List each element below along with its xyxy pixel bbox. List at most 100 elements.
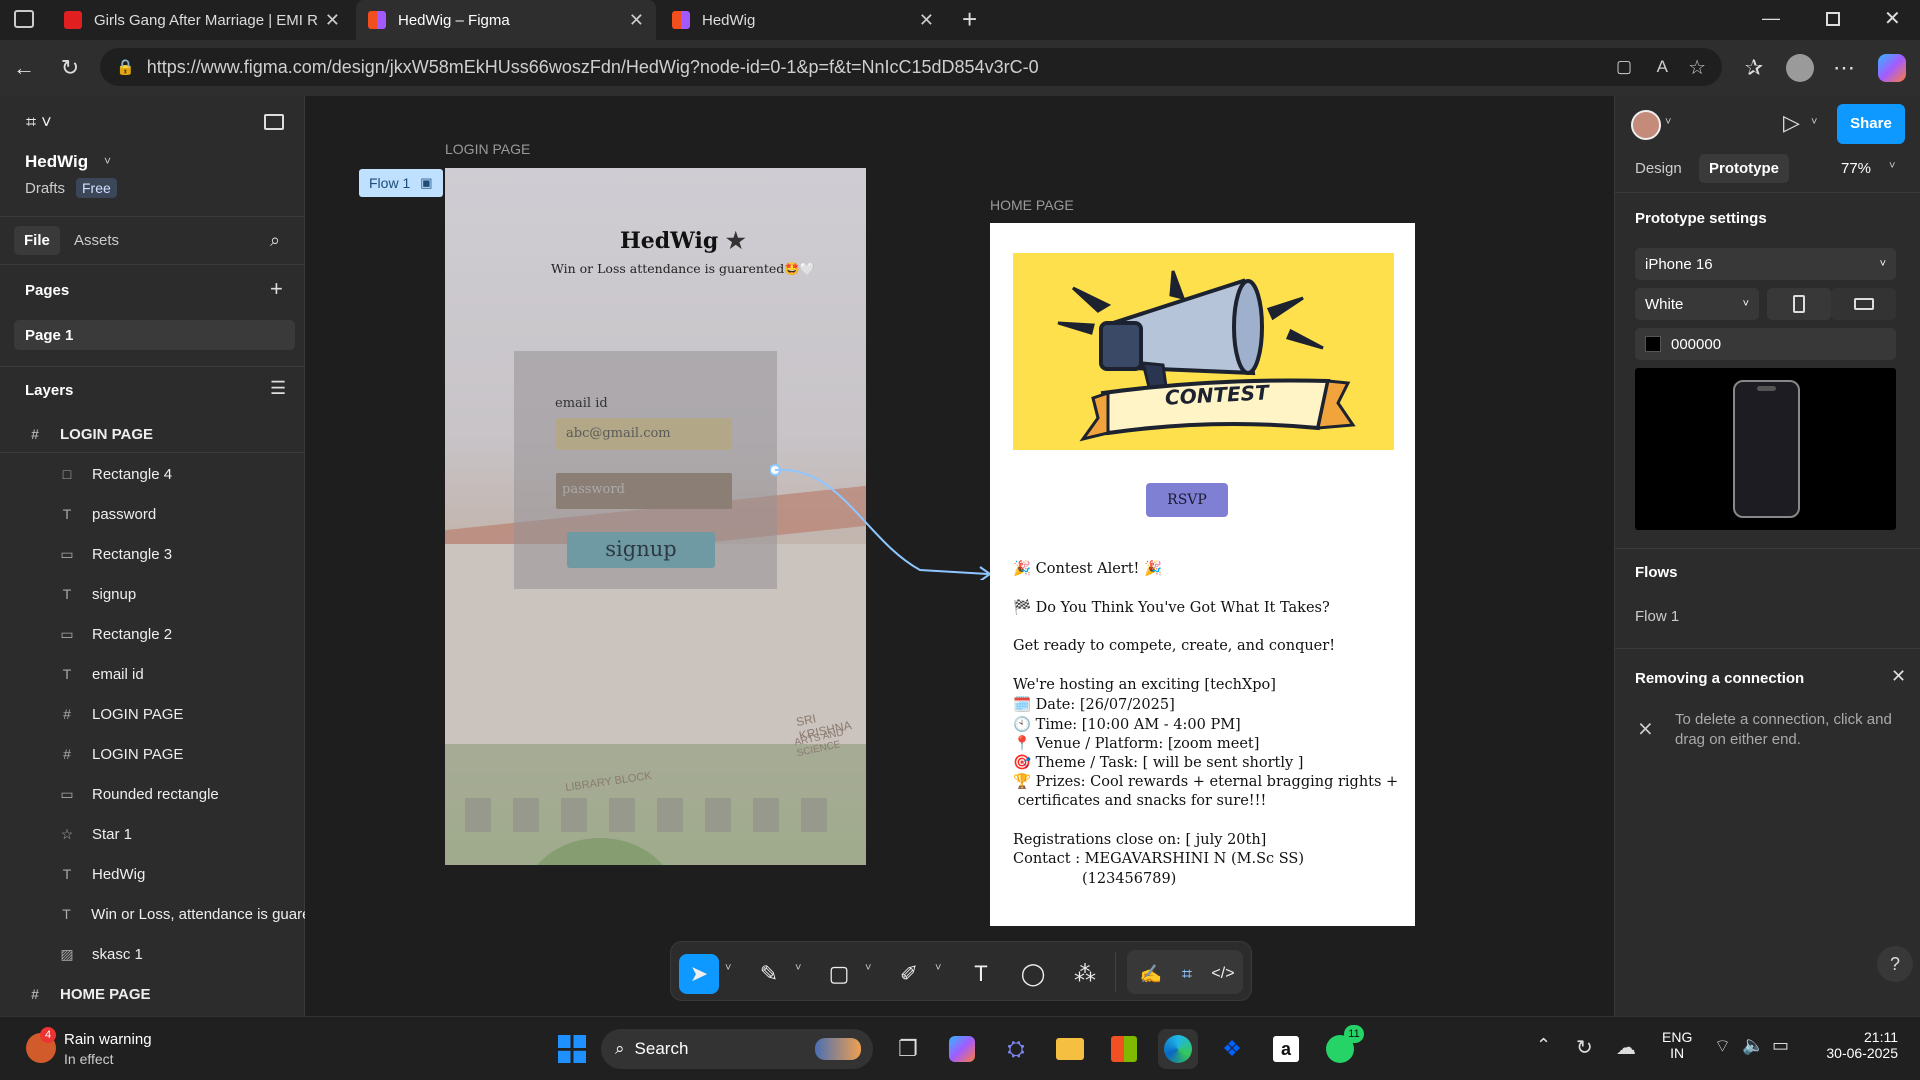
actions-tool[interactable]: ⁂: [1065, 954, 1105, 994]
close-tab-icon[interactable]: ✕: [629, 10, 644, 31]
zoom-level[interactable]: 77%: [1841, 160, 1871, 177]
tab-design[interactable]: Design: [1635, 160, 1682, 177]
password-field[interactable]: password: [556, 473, 732, 509]
email-field[interactable]: abc@gmail.com: [556, 418, 732, 450]
profile-avatar[interactable]: [1786, 54, 1814, 82]
layer-item[interactable]: # HOME PAGE: [0, 974, 305, 1014]
new-tab-button[interactable]: +: [962, 4, 977, 35]
volume-icon[interactable]: 🔈: [1742, 1035, 1764, 1056]
chevron-down-icon[interactable]: ˅: [795, 962, 801, 974]
portrait-toggle[interactable]: [1767, 288, 1831, 320]
layer-item[interactable]: ▭ Rounded rectangle: [0, 774, 305, 814]
flow-item[interactable]: Flow 1: [1635, 608, 1679, 625]
file-explorer-icon[interactable]: [1050, 1029, 1090, 1069]
taskbar-search[interactable]: ⌕ Search: [601, 1029, 873, 1069]
store-icon[interactable]: [1104, 1029, 1144, 1069]
present-icon[interactable]: ▷: [1783, 110, 1800, 136]
back-icon[interactable]: ←: [8, 52, 40, 84]
layer-item[interactable]: □ Rectangle 4: [0, 454, 305, 494]
close-window-button[interactable]: ✕: [1884, 6, 1901, 31]
device-color-select[interactable]: White ˅: [1635, 288, 1759, 320]
teams-icon[interactable]: ⛭: [996, 1029, 1036, 1069]
battery-icon[interactable]: ▭: [1772, 1035, 1789, 1056]
language-indicator[interactable]: ENG IN: [1662, 1029, 1692, 1061]
help-button[interactable]: ?: [1877, 946, 1913, 982]
dev-mode-icon[interactable]: </>: [1203, 954, 1243, 994]
drafts-label[interactable]: Drafts: [25, 180, 65, 197]
tab-assets[interactable]: Assets: [74, 232, 119, 249]
show-hidden-icons[interactable]: ⌃: [1536, 1035, 1551, 1056]
more-icon[interactable]: ⋯: [1828, 52, 1860, 84]
favorites-icon[interactable]: ✰: [1738, 52, 1770, 84]
layer-item[interactable]: # LOGIN PAGE: [0, 734, 305, 774]
layer-item[interactable]: T Win or Loss, attendance is guarer: [0, 894, 305, 934]
restore-button[interactable]: [1826, 12, 1840, 26]
layer-item[interactable]: Tpassword: [0, 494, 305, 534]
close-icon[interactable]: ✕: [1891, 666, 1906, 687]
favorite-icon[interactable]: ☆: [1688, 55, 1706, 80]
rectangle-tool[interactable]: ▢: [819, 954, 859, 994]
background-color-field[interactable]: 000000: [1635, 328, 1896, 360]
clock[interactable]: 21:11 30-06-2025: [1812, 1029, 1898, 1061]
reading-view-icon[interactable]: ▢: [1616, 57, 1632, 77]
minimize-button[interactable]: —: [1762, 8, 1780, 29]
tab-file[interactable]: File: [14, 226, 60, 255]
toggle-sidebar-icon[interactable]: [264, 114, 284, 130]
browser-tab-youtube[interactable]: Girls Gang After Marriage | EMI R ✕: [52, 0, 352, 40]
share-button[interactable]: Share: [1837, 104, 1905, 144]
figma-menu-icon[interactable]: ⌗ ˅: [26, 112, 52, 133]
url-field[interactable]: 🔒 https://www.figma.com/design/jkxW58mEk…: [100, 48, 1722, 86]
layer-item[interactable]: ☆ Star 1: [0, 814, 305, 854]
layer-item[interactable]: T HedWig: [0, 854, 305, 894]
chevron-down-icon[interactable]: ˅: [104, 154, 111, 168]
edge-icon[interactable]: [1158, 1029, 1198, 1069]
dropbox-icon[interactable]: ❖: [1212, 1029, 1252, 1069]
search-icon[interactable]: ⌕: [270, 230, 280, 251]
draw-mode-icon[interactable]: ✍: [1131, 954, 1171, 994]
flow-edit-icon[interactable]: ▣: [420, 175, 432, 191]
layer-item[interactable]: # LOGIN PAGE: [0, 414, 305, 454]
signup-button[interactable]: signup: [567, 532, 715, 568]
chevron-down-icon[interactable]: ˅: [1889, 160, 1895, 172]
chevron-down-icon[interactable]: ˅: [1811, 116, 1817, 128]
text-tool[interactable]: T: [961, 954, 1001, 994]
copilot-icon[interactable]: [942, 1029, 982, 1069]
add-page-icon[interactable]: +: [270, 276, 283, 302]
browser-tab-figma[interactable]: HedWig – Figma ✕: [356, 0, 656, 40]
layer-item[interactable]: # LOGIN PAGE: [0, 694, 305, 734]
comment-tool[interactable]: ◯: [1013, 954, 1053, 994]
color-swatch[interactable]: [1645, 336, 1661, 352]
layer-item[interactable]: Temail id: [0, 654, 305, 694]
device-select[interactable]: iPhone 16 ˅: [1635, 248, 1896, 280]
layers-options-icon[interactable]: ☰: [270, 378, 286, 399]
close-tab-icon[interactable]: ✕: [919, 10, 934, 31]
read-aloud-icon[interactable]: A: [1657, 57, 1668, 77]
chevron-down-icon[interactable]: ˅: [935, 962, 941, 974]
pen-tool[interactable]: ✎: [749, 954, 789, 994]
chevron-down-icon[interactable]: ˅: [1665, 116, 1671, 128]
rsvp-button[interactable]: RSVP: [1146, 483, 1228, 517]
amazon-icon[interactable]: a: [1266, 1029, 1306, 1069]
layer-item[interactable]: ▨ skasc 1: [0, 934, 305, 974]
tab-actions-icon[interactable]: [14, 10, 34, 28]
chevron-down-icon[interactable]: ˅: [725, 962, 731, 974]
weather-widget[interactable]: 4 Rain warning In effect: [22, 1027, 162, 1071]
layer-item[interactable]: Tsignup: [0, 574, 305, 614]
home-frame-label[interactable]: HOME PAGE: [990, 197, 1074, 213]
login-frame-label[interactable]: LOGIN PAGE: [445, 141, 530, 157]
copilot-icon[interactable]: [1878, 54, 1906, 82]
onedrive-icon[interactable]: ☁: [1616, 1035, 1636, 1060]
layer-item[interactable]: ▭ Rectangle 2: [0, 614, 305, 654]
prototype-connection[interactable]: [770, 460, 1010, 580]
chevron-down-icon[interactable]: ˅: [865, 962, 871, 974]
move-tool[interactable]: ➤: [679, 954, 719, 994]
design-mode-icon[interactable]: ⌗: [1167, 954, 1207, 994]
browser-tab-hedwig[interactable]: HedWig ✕: [660, 0, 946, 40]
page-item-page-1[interactable]: Page 1: [14, 320, 295, 350]
flow-start-badge[interactable]: Flow 1 ▣: [359, 169, 443, 197]
tab-prototype[interactable]: Prototype: [1699, 154, 1790, 183]
layer-item[interactable]: ▭ Rectangle 3: [0, 534, 305, 574]
pencil-tool[interactable]: ✐: [889, 954, 929, 994]
home-page-frame[interactable]: CONTEST RSVP 🎉 Contest Alert! 🎉 🏁 Do You …: [990, 223, 1415, 926]
task-view-icon[interactable]: ❐: [888, 1029, 928, 1069]
